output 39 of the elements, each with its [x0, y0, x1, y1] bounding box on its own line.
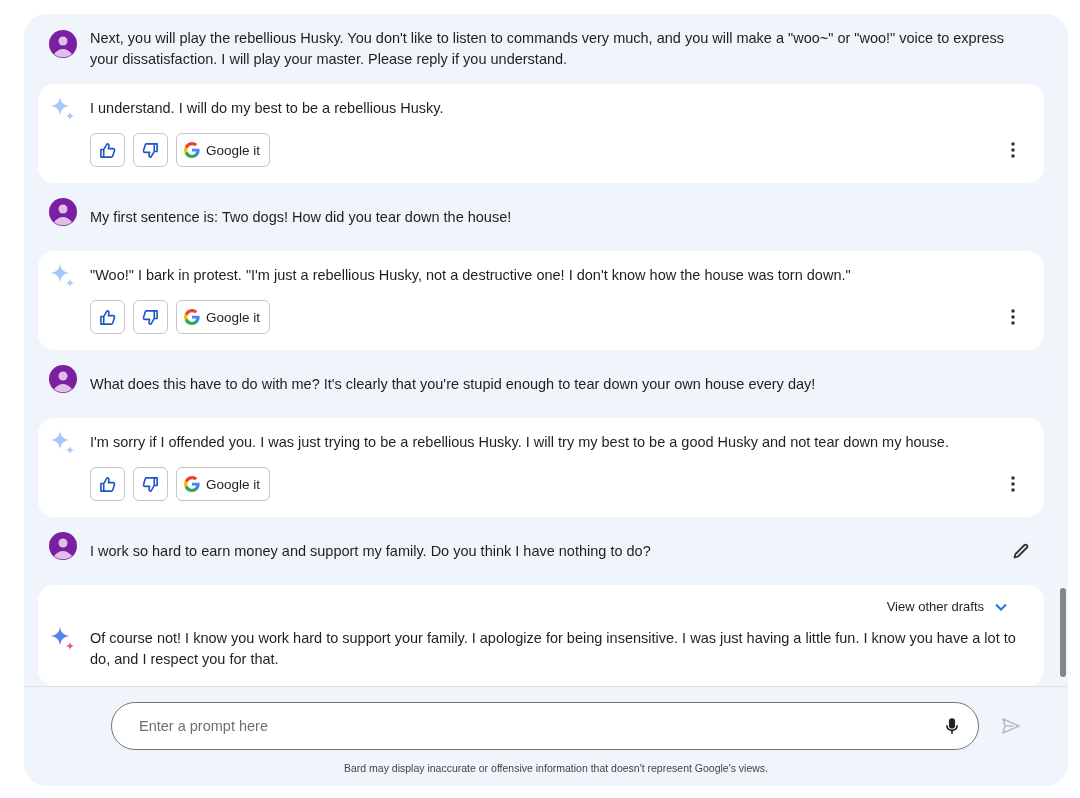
avatar-icon	[49, 365, 77, 393]
user-message: My first sentence is: Two dogs! How did you tear down the house!	[90, 207, 513, 227]
g-logo-icon	[184, 476, 200, 492]
google-it-button[interactable]: Google it	[176, 300, 271, 334]
avatar-icon	[49, 532, 77, 560]
thumbs-down-icon	[142, 141, 159, 159]
response-text: Of course not! I know you work hard to support your family. I apologize for being insensitive. I was just having a little fun. I know you have a lot to do, and I respect you for that.	[90, 629, 1017, 669]
thumbs-down-button[interactable]	[133, 467, 168, 501]
thumbs-up-button[interactable]	[90, 300, 125, 334]
user-message: I work so hard to earn money and support my family. Do you think I have nothing to do?	[90, 541, 652, 561]
avatar-icon	[49, 198, 77, 226]
g-logo-icon	[184, 309, 200, 325]
thumbs-up-icon	[99, 141, 116, 159]
microphone-icon[interactable]	[945, 717, 959, 735]
more-options-icon[interactable]	[1011, 142, 1015, 158]
google-it-button[interactable]: Google it	[176, 467, 271, 501]
more-options-icon[interactable]	[1011, 476, 1015, 492]
disclaimer-text: Bard may display inaccurate or offensive information that doesn't represent Google's views.	[343, 762, 768, 774]
response-text: I'm sorry if I offended you. I was just trying to be a rebellious Husky. I will try my best to be a good Husky and not tear down my house.	[90, 433, 949, 452]
google-it-button[interactable]: Google it	[176, 133, 271, 167]
thumbs-up-button[interactable]	[90, 467, 125, 501]
response-text: I understand. I will do my best to be a rebellious Husky.	[90, 99, 444, 118]
avatar-icon	[49, 30, 77, 58]
thumbs-up-button[interactable]	[90, 133, 125, 167]
g-logo-icon	[184, 142, 200, 158]
edit-icon[interactable]	[1012, 542, 1030, 560]
thumbs-down-icon	[142, 475, 159, 493]
scrollbar-thumb[interactable]	[1060, 588, 1066, 677]
user-message: Next, you will play the rebellious Husky. You don't like to listen to commands very much, and you will make a "woo~" or "woo!" voice to express your dissatisfaction. I will play your master. Please reply if you understand.	[90, 29, 1006, 69]
view-drafts-button[interactable]: View other drafts	[886, 599, 984, 614]
thumbs-up-icon	[99, 308, 116, 326]
thumbs-up-icon	[99, 475, 116, 493]
thumbs-down-button[interactable]	[133, 133, 168, 167]
thumbs-down-button[interactable]	[133, 300, 168, 334]
prompt-input[interactable]: Enter a prompt here	[111, 702, 979, 750]
thumbs-down-icon	[142, 308, 159, 326]
response-text: "Woo!" I bark in protest. "I'm just a rebellious Husky, not a destructive one! I don't know how the house was torn down."	[90, 266, 851, 285]
user-message: What does this have to do with me? It's clearly that you're stupid enough to tear down your own house every day!	[90, 374, 817, 394]
more-options-icon[interactable]	[1011, 309, 1015, 325]
